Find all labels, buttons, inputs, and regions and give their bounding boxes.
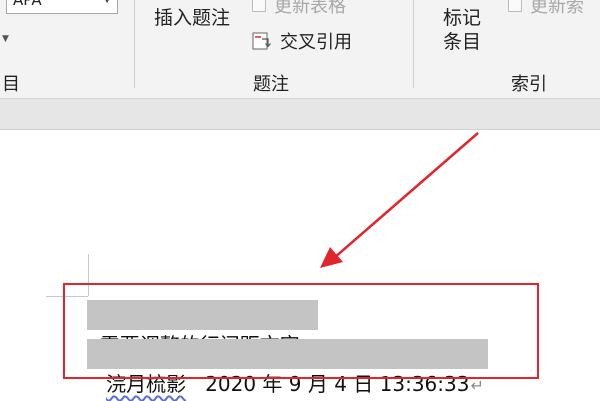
update-index-icon: [508, 0, 522, 12]
citation-style-value: APA: [13, 0, 42, 9]
update-table-button[interactable]: 更新表格: [252, 0, 346, 18]
chevron-down-icon[interactable]: ▼: [103, 0, 111, 13]
group-separator: [413, 0, 414, 88]
dropdown-arrow-icon[interactable]: ▼: [2, 34, 9, 44]
update-index-button[interactable]: 更新索: [508, 0, 584, 18]
annotation-highlight-box: [63, 283, 539, 379]
mark-entry-label-line1: 标记: [443, 7, 482, 29]
index-group-label: 索引: [511, 74, 547, 95]
group-label-left: 目: [2, 74, 20, 95]
update-index-label: 更新索: [530, 0, 584, 17]
update-table-label: 更新表格: [274, 0, 346, 17]
insert-caption-button[interactable]: 插入题注: [154, 6, 230, 30]
group-separator: [134, 0, 135, 88]
citation-style-select[interactable]: APA ▼: [6, 0, 118, 14]
mark-entry-button[interactable]: 标记 条目: [443, 6, 481, 54]
caption-group-label: 题注: [253, 74, 289, 95]
cross-reference-label: 交叉引用: [280, 32, 352, 53]
mark-entry-label-line2: 条目: [443, 31, 482, 53]
ruler-band: [0, 99, 600, 130]
ribbon: APA ▼ ▼ 目 插入题注 更新表格 交叉引用 题注 标记 条目 更新索 索引: [0, 0, 600, 99]
update-table-icon: [252, 0, 266, 12]
cross-reference-button[interactable]: 交叉引用: [252, 28, 352, 54]
cross-reference-icon: [252, 32, 271, 50]
